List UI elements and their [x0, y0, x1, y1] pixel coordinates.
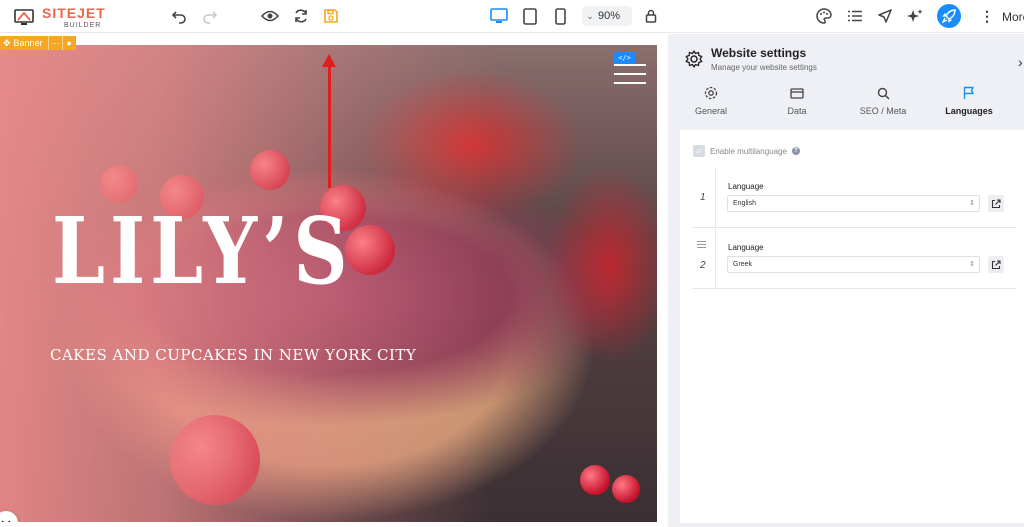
- palette-small-icon[interactable]: ●: [61, 36, 76, 50]
- zoom-value: 90%: [598, 10, 621, 22]
- languages-settings: ✓ Enable multilanguage ? 1 Language Engl…: [680, 130, 1024, 523]
- code-badge[interactable]: </>: [614, 52, 635, 64]
- multilanguage-label: Enable multilanguage: [710, 146, 787, 156]
- more-menu-button[interactable]: ⋮ More: [980, 8, 1024, 25]
- flag-icon: [963, 84, 975, 102]
- card-icon: [790, 84, 804, 102]
- brand-subtitle: BUILDER: [64, 22, 102, 29]
- editor-canvas[interactable]: LILY’S CAKES AND CUPCAKES IN NEW YORK CI…: [0, 34, 668, 527]
- eye-icon[interactable]: [261, 7, 279, 25]
- tab-general[interactable]: General: [668, 84, 754, 124]
- language-select[interactable]: Greek ⇕: [727, 256, 980, 273]
- language-select-value: Greek: [733, 261, 753, 268]
- banner-element-tag[interactable]: ✥ Banner ⋯ ●: [0, 36, 76, 50]
- language-index: 2: [700, 260, 706, 271]
- language-index: 1: [700, 192, 706, 203]
- checkbox-checked-icon[interactable]: ✓: [693, 145, 705, 157]
- select-arrows-icon: ⇕: [969, 261, 975, 268]
- tab-languages-label: Languages: [945, 106, 993, 116]
- refresh-icon[interactable]: [292, 7, 310, 25]
- open-external-button[interactable]: [988, 195, 1004, 212]
- palette-icon[interactable]: [815, 7, 833, 25]
- tab-data-label: Data: [787, 106, 807, 116]
- chevron-down-icon: [1, 520, 11, 522]
- list-icon[interactable]: [846, 7, 864, 25]
- tab-seo-label: SEO / Meta: [859, 106, 907, 116]
- search-icon: [877, 84, 890, 102]
- top-toolbar: SITEJET BUILDER ⌄ 90% ⋮ Mor: [0, 0, 1024, 33]
- external-link-icon: [991, 259, 1001, 269]
- tab-general-label: General: [694, 106, 728, 116]
- desktop-icon[interactable]: [490, 7, 508, 25]
- save-icon[interactable]: [322, 7, 340, 25]
- logo[interactable]: SITEJET BUILDER: [14, 6, 106, 29]
- drag-handle-icon[interactable]: [697, 241, 706, 250]
- select-arrows-icon: ⇕: [969, 200, 975, 207]
- more-label: More: [1002, 9, 1024, 24]
- multilanguage-toggle[interactable]: ✓ Enable multilanguage ?: [693, 145, 800, 157]
- gear-icon: [685, 50, 703, 73]
- banner-tag-label: Banner: [13, 38, 43, 48]
- tab-data[interactable]: Data: [754, 84, 840, 124]
- annotation-arrow-head: [322, 54, 336, 67]
- brand-title: SITEJET: [42, 5, 106, 21]
- panel-header: Website settings Manage your website set…: [685, 46, 817, 73]
- publish-button[interactable]: [937, 4, 961, 28]
- zoom-selector[interactable]: ⌄ 90%: [582, 6, 632, 26]
- language-item: 2 Language Greek ⇕: [692, 229, 1016, 289]
- gear-icon: [704, 84, 718, 102]
- navigate-icon[interactable]: [876, 7, 894, 25]
- monitor-logo-icon: [14, 8, 34, 27]
- language-label: Language: [728, 182, 764, 191]
- more-options-icon[interactable]: ⋯: [47, 36, 62, 50]
- annotation-arrow: [328, 60, 331, 188]
- divider: [715, 168, 716, 228]
- move-icon: ✥: [3, 37, 11, 48]
- panel-close-chevron-icon[interactable]: ›: [1018, 54, 1023, 70]
- redo-icon[interactable]: [201, 7, 219, 25]
- hamburger-menu-icon[interactable]: [614, 64, 646, 90]
- tab-languages[interactable]: Languages: [926, 84, 1012, 124]
- website-settings-panel: Website settings Manage your website set…: [668, 34, 1024, 527]
- panel-subtitle: Manage your website settings: [711, 63, 817, 72]
- open-external-button[interactable]: [988, 256, 1004, 273]
- settings-tabs: General Data SEO / Meta Languages: [668, 84, 1024, 124]
- sitejet-builder: SITEJET BUILDER ⌄ 90% ⋮ Mor LILY’S CAKES…: [0, 0, 1024, 527]
- divider: [715, 229, 716, 289]
- help-icon[interactable]: ?: [791, 147, 800, 155]
- kebab-icon: ⋮: [980, 8, 994, 24]
- panel-title: Website settings: [711, 46, 807, 60]
- undo-icon[interactable]: [170, 7, 188, 25]
- language-item: 1 Language English ⇕: [692, 168, 1016, 228]
- sparkle-icon[interactable]: [906, 7, 924, 25]
- mobile-icon[interactable]: [551, 7, 569, 25]
- language-select-value: English: [733, 200, 756, 207]
- chevron-down-icon: ⌄: [586, 10, 594, 21]
- tab-seo-meta[interactable]: SEO / Meta: [840, 84, 926, 124]
- language-label: Language: [728, 243, 764, 252]
- lock-icon[interactable]: [642, 7, 660, 25]
- external-link-icon: [991, 198, 1001, 208]
- tablet-icon[interactable]: [521, 7, 539, 25]
- rocket-icon: [942, 9, 956, 23]
- language-select[interactable]: English ⇕: [727, 195, 980, 212]
- hero-subtitle[interactable]: CAKES AND CUPCAKES IN NEW YORK CITY: [50, 346, 416, 364]
- hero-title[interactable]: LILY’S: [52, 205, 353, 297]
